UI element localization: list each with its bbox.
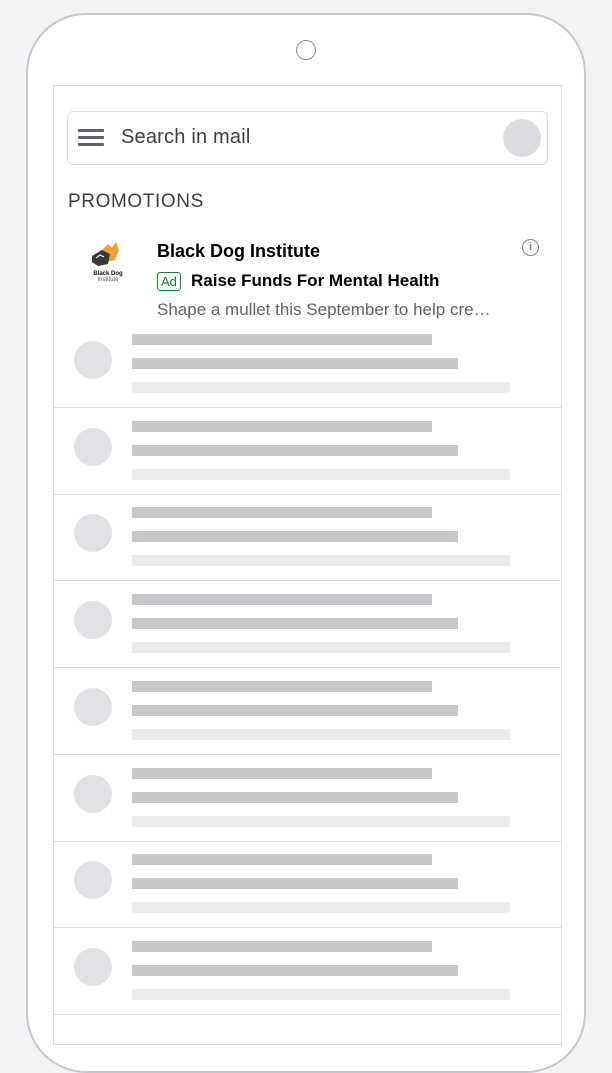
placeholder-line [132, 334, 432, 345]
placeholder-avatar [74, 861, 112, 900]
placeholder-line [132, 468, 510, 480]
mail-snippet: Shape a mullet this September to help cr… [157, 300, 491, 319]
placeholder-row[interactable] [54, 321, 561, 408]
sender-name: Black Dog Institute [157, 241, 321, 261]
menu-icon[interactable] [78, 129, 106, 147]
placeholder-line [132, 704, 458, 716]
placeholder-line [132, 594, 432, 606]
search-bar[interactable]: Search in mail [67, 111, 548, 165]
search-input[interactable]: Search in mail [121, 126, 251, 149]
placeholder-line [132, 791, 458, 803]
placeholder-avatar [74, 341, 112, 379]
placeholder-line [132, 555, 510, 567]
logo-text: Black Dog Institute [93, 271, 123, 283]
placeholder-row[interactable] [54, 494, 561, 582]
placeholder-line [132, 444, 458, 456]
placeholder-row[interactable] [54, 928, 561, 1015]
placeholder-line [132, 854, 432, 866]
section-label: PROMOTIONS [68, 191, 204, 212]
placeholder-line [132, 642, 510, 654]
placeholder-avatar [74, 601, 112, 640]
ad-badge: Ad [157, 272, 181, 291]
camera-icon [296, 40, 316, 60]
placeholder-line [132, 728, 510, 740]
placeholder-line [132, 358, 458, 369]
ad-mail-item[interactable]: Black Dog Institute Black Dog Institute … [54, 231, 561, 326]
placeholder-row[interactable] [54, 841, 561, 929]
placeholder-row[interactable] [54, 755, 561, 842]
mail-subject: Raise Funds For Mental Health [191, 271, 440, 290]
placeholder-line [132, 964, 458, 976]
info-icon[interactable]: i [522, 239, 539, 256]
placeholder-line [132, 531, 458, 543]
placeholder-line [132, 507, 432, 519]
placeholder-line [132, 878, 458, 890]
placeholder-line [132, 618, 458, 630]
placeholder-line [132, 680, 432, 692]
placeholder-row[interactable] [54, 581, 561, 669]
placeholder-avatar [74, 947, 112, 986]
placeholder-avatar [74, 774, 112, 813]
placeholder-avatar [74, 427, 112, 466]
placeholder-line [132, 420, 432, 432]
placeholder-line [132, 940, 432, 952]
placeholder-line [132, 382, 510, 393]
placeholder-avatar [74, 514, 112, 553]
avatar[interactable] [503, 119, 541, 157]
mail-screen: Search in mail PROMOTIONS Black Dog Inst… [53, 85, 562, 1045]
placeholder-line [132, 815, 510, 827]
placeholder-line [132, 767, 432, 779]
placeholder-row[interactable] [54, 408, 561, 495]
placeholder-line [132, 902, 510, 914]
placeholder-line [132, 988, 510, 1000]
placeholder-avatar [74, 687, 112, 726]
placeholder-row[interactable] [54, 668, 561, 755]
